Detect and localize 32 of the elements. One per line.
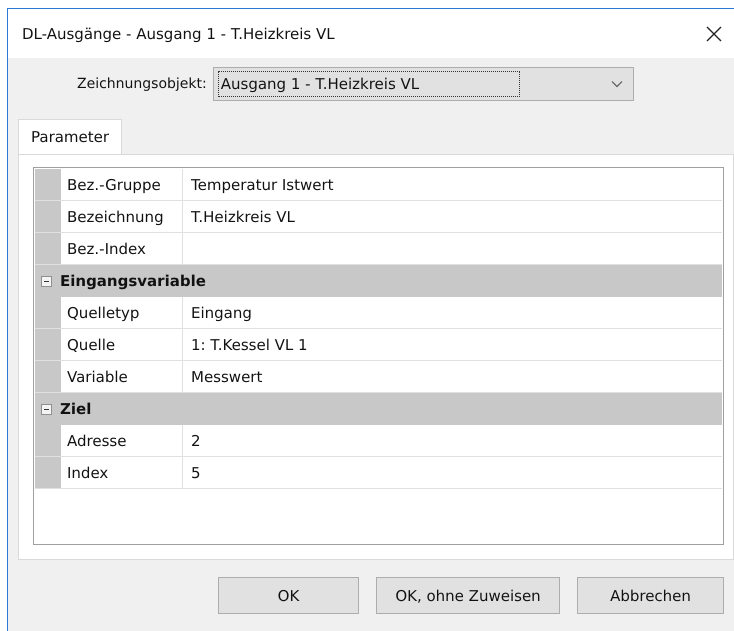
property-value[interactable]: Messwert [183,361,722,392]
property-name: Quelletyp [61,297,183,328]
property-value[interactable]: 2 [183,425,722,456]
property-value[interactable]: T.Heizkreis VL [183,201,722,232]
close-icon[interactable] [706,26,722,42]
property-name: Bez.-Gruppe [61,169,183,200]
collapse-icon[interactable] [41,276,52,286]
collapse-icon[interactable] [41,404,52,414]
property-name: Quelle [61,329,183,360]
row-header [35,169,61,200]
property-value[interactable]: Eingang [183,297,722,328]
dialog-button[interactable]: OK, ohne Zuweisen [376,577,560,614]
category-label: Eingangsvariable [60,272,206,290]
property-name: Variable [61,361,183,392]
property-name: Adresse [61,425,183,456]
dialog-button[interactable]: OK [218,577,359,614]
row-header [35,329,61,360]
property-value[interactable]: Temperatur Istwert [183,169,722,200]
row-header [35,201,61,232]
object-dropdown[interactable]: Ausgang 1 - T.Heizkreis VL [212,67,634,101]
tab[interactable]: Parameter [18,119,122,154]
row-header [35,457,61,488]
property-name: Bezeichnung [61,201,183,232]
category-label: Ziel [60,400,92,418]
field-label: Zeichnungsobjekt: [77,76,207,92]
window-title: DL-Ausgänge - Ausgang 1 - T.Heizkreis VL [22,24,335,42]
property-value[interactable]: 5 [183,457,722,488]
chevron-down-icon [610,80,623,88]
property-name: Index [61,457,183,488]
dialog-button[interactable]: Abbrechen [577,577,724,614]
property-value[interactable]: 1: T.Kessel VL 1 [183,329,722,360]
property-name: Bez.-Index [61,233,183,264]
